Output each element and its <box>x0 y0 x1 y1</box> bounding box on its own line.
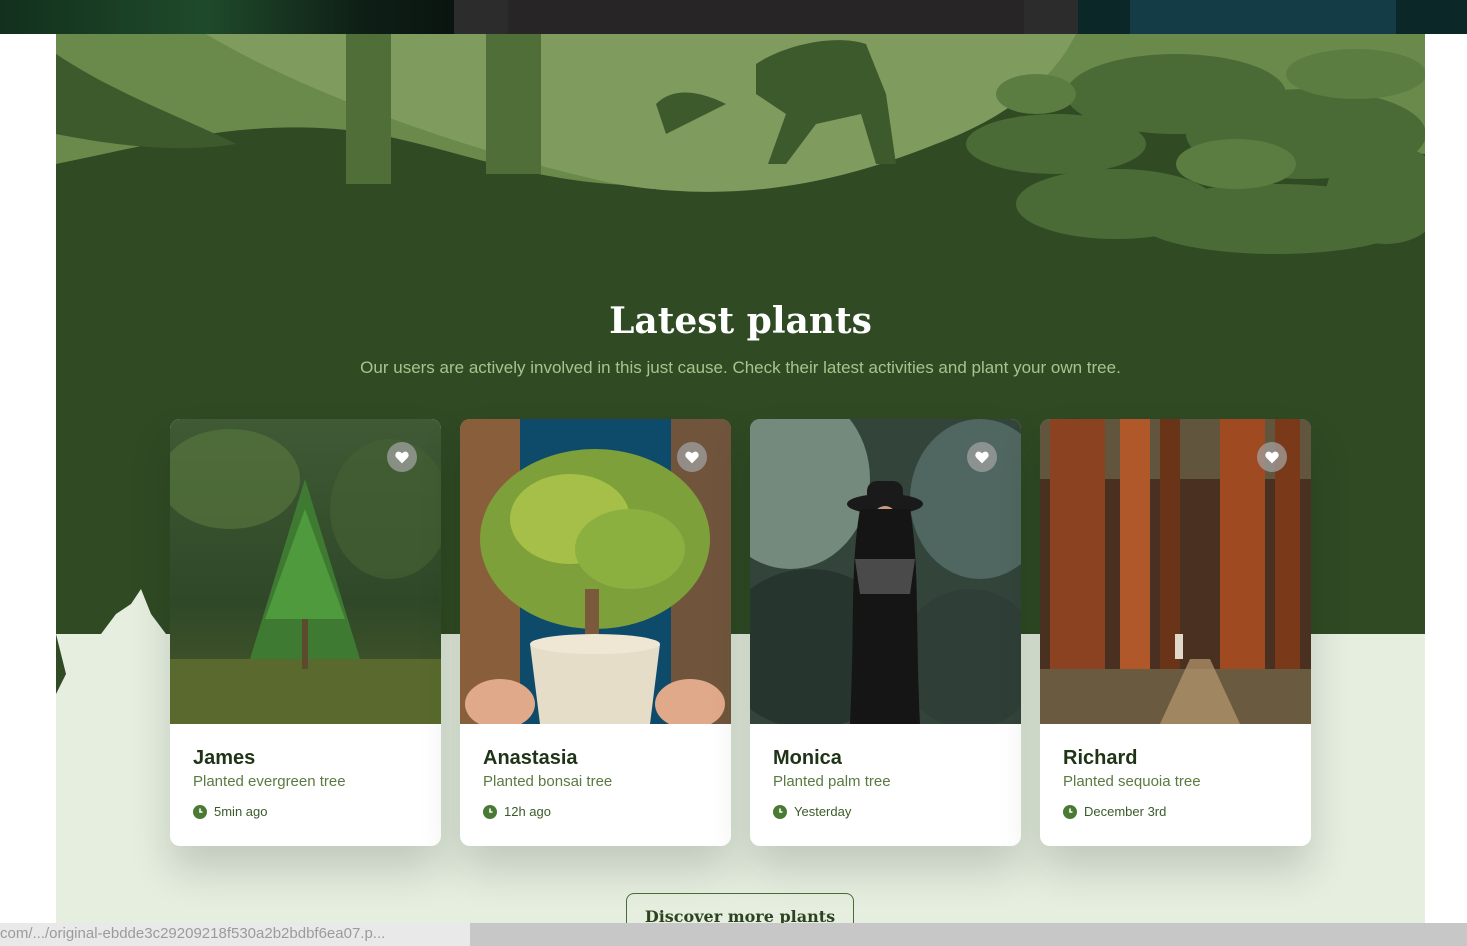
section-subtitle: Our users are actively involved in this … <box>360 358 1121 377</box>
plant-cards: James Planted evergreen tree 5min ago An… <box>170 419 1311 847</box>
like-button[interactable] <box>1257 442 1287 472</box>
card-time: 5min ago <box>193 804 267 819</box>
card-name: James <box>193 747 256 769</box>
thumbnail-middle <box>454 0 1078 34</box>
card-time: 12h ago <box>483 804 551 819</box>
plant-card[interactable]: James Planted evergreen tree 5min ago <box>170 419 441 846</box>
browser-thumbnail-strip <box>0 0 1467 34</box>
card-description: Planted palm tree <box>773 773 891 790</box>
clock-icon <box>1063 804 1077 819</box>
heart-icon <box>975 451 989 463</box>
clock-icon <box>773 804 787 819</box>
like-button[interactable] <box>677 442 707 472</box>
like-button[interactable] <box>387 442 417 472</box>
card-time: December 3rd <box>1063 804 1166 819</box>
card-description: Planted bonsai tree <box>483 773 613 790</box>
heart-icon <box>395 451 409 463</box>
card-name: Anastasia <box>483 747 578 769</box>
browser-status-url: com/.../original-ebdde3c29209218f530a2b2… <box>0 923 470 946</box>
card-time-text: 5min ago <box>214 804 268 819</box>
card-description: Planted sequoia tree <box>1063 773 1201 790</box>
clock-icon <box>483 804 497 819</box>
plant-card[interactable]: Anastasia Planted bonsai tree 12h ago <box>460 419 731 846</box>
clock-icon <box>193 804 207 819</box>
thumbnail-right <box>1078 0 1467 34</box>
plant-card[interactable]: Monica Planted palm tree Yesterday <box>750 419 1021 846</box>
card-name: Richard <box>1063 747 1138 769</box>
plant-card[interactable]: Richard Planted sequoia tree December 3r… <box>1040 419 1311 846</box>
card-name: Monica <box>773 747 842 769</box>
heart-icon <box>1265 451 1279 463</box>
heart-icon <box>685 451 699 463</box>
card-time: Yesterday <box>773 804 851 819</box>
card-description: Planted evergreen tree <box>193 773 346 790</box>
card-time-text: 12h ago <box>504 804 551 819</box>
card-time-text: December 3rd <box>1084 804 1167 819</box>
browser-status-bar <box>470 923 1467 946</box>
like-button[interactable] <box>967 442 997 472</box>
latest-plants-section: Latest plants Our users are actively inv… <box>56 34 1425 946</box>
thumbnail-left <box>0 0 454 34</box>
forest-illustration <box>56 34 1425 264</box>
card-time-text: Yesterday <box>794 804 852 819</box>
section-title: Latest plants <box>609 300 872 342</box>
